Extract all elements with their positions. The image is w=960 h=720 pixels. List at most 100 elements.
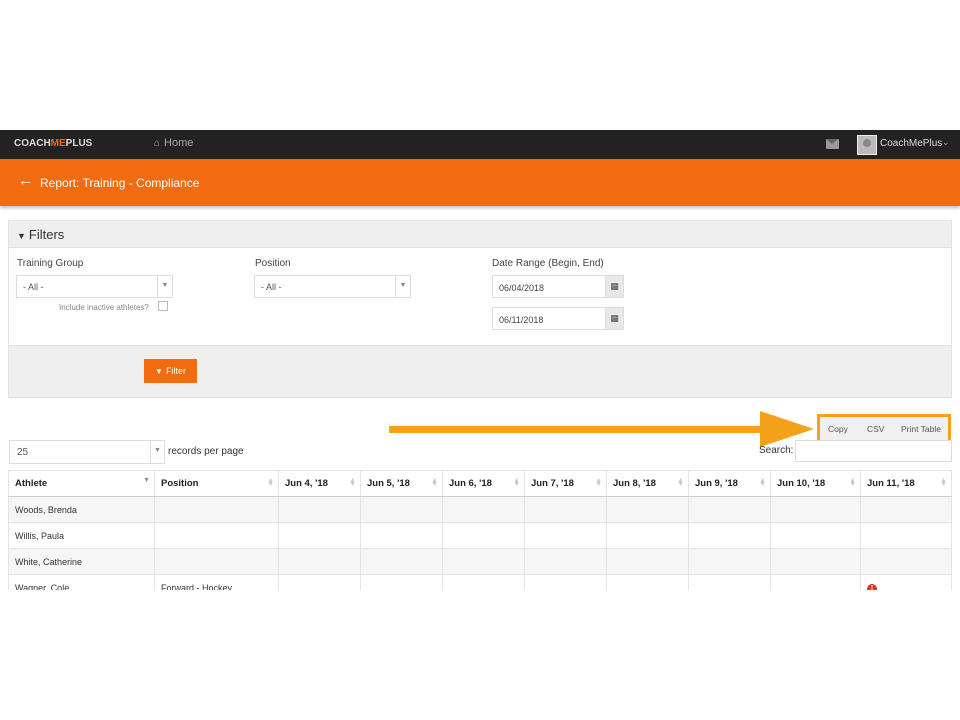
column-header[interactable]: Jun 9, '18 ▲ ▼ — [688, 470, 771, 497]
search-input[interactable] — [795, 440, 952, 462]
day-cell — [278, 548, 361, 575]
column-header[interactable]: Jun 11, '18 ▲ ▼ — [860, 470, 952, 497]
sort-icon: ▲ ▼ — [595, 477, 602, 488]
include-inactive-label: Include inactive athletes? — [59, 303, 149, 312]
position-label: Position — [255, 258, 291, 269]
table-row[interactable]: Willis, Paula — [8, 522, 952, 549]
funnel-icon: ▼ — [17, 231, 26, 241]
annotation-arrow-shaft — [389, 426, 763, 433]
logo-text-coach: COACH — [14, 138, 51, 149]
sort-icon: ▲ ▼ — [349, 477, 356, 488]
table-row[interactable]: Wagner, Cole Forward - Hockey ! — [8, 574, 952, 590]
column-header-label: Jun 11, '18 — [867, 478, 915, 489]
filter-button[interactable]: ▼ Filter — [144, 359, 197, 383]
funnel-icon: ▼ — [155, 367, 163, 376]
day-cell — [770, 548, 861, 575]
sort-icon: ▲ ▼ — [759, 477, 766, 488]
column-header[interactable]: Athlete ▼ — [8, 470, 155, 497]
position-cell — [154, 522, 279, 549]
athlete-cell: Woods, Brenda — [8, 496, 155, 523]
column-header-label: Jun 8, '18 — [613, 478, 656, 489]
training-group-label: Training Group — [17, 258, 84, 269]
day-cell — [688, 548, 771, 575]
column-header[interactable]: Jun 7, '18 ▲ ▼ — [524, 470, 607, 497]
page-length-value: 25 — [17, 447, 29, 458]
day-cell — [524, 574, 607, 590]
home-icon: ⌂ — [154, 138, 161, 149]
chevron-down-icon[interactable]: ⌄ — [942, 137, 950, 148]
day-cell — [442, 522, 525, 549]
column-header-label: Position — [161, 478, 199, 489]
day-cell — [360, 496, 443, 523]
alert-icon[interactable]: ! — [867, 583, 877, 590]
page-title: Report: Training - Compliance — [40, 176, 200, 190]
training-group-select[interactable]: - All - ▼ — [16, 275, 173, 298]
mail-icon[interactable] — [826, 139, 839, 149]
day-cell — [524, 548, 607, 575]
column-header[interactable]: Jun 10, '18 ▲ ▼ — [770, 470, 861, 497]
column-header[interactable]: Jun 6, '18 ▲ ▼ — [442, 470, 525, 497]
day-cell — [770, 522, 861, 549]
copy-button[interactable]: Copy — [828, 424, 848, 434]
day-cell — [524, 522, 607, 549]
table-row[interactable]: Woods, Brenda — [8, 496, 952, 523]
column-header[interactable]: Jun 4, '18 ▲ ▼ — [278, 470, 361, 497]
day-cell — [442, 496, 525, 523]
column-header-label: Athlete — [15, 478, 48, 489]
filters-panel: ▼ Filters Training Group - All - ▼ Includ… — [8, 220, 952, 398]
position-cell — [154, 496, 279, 523]
sort-icon: ▲ ▼ — [677, 477, 684, 488]
day-cell — [278, 574, 361, 590]
day-cell — [442, 548, 525, 575]
page-length-select[interactable]: 25 ▼ — [9, 440, 165, 464]
app-logo[interactable]: COACHMEPLUS — [14, 138, 92, 149]
day-cell — [770, 496, 861, 523]
date-end-input[interactable]: 06/11/2018 ▦ — [492, 307, 624, 330]
calendar-icon[interactable]: ▦ — [605, 307, 624, 330]
filters-title-text: Filters — [28, 227, 65, 242]
include-inactive-checkbox[interactable] — [158, 301, 168, 311]
search-label: Search: — [759, 445, 794, 456]
day-cell — [860, 548, 952, 575]
back-arrow-icon[interactable]: ← — [18, 172, 33, 189]
column-header-label: Jun 6, '18 — [449, 478, 492, 489]
training-group-value: - All - — [23, 282, 44, 292]
day-cell: ! — [860, 574, 952, 590]
filters-panel-header[interactable]: ▼ Filters — [9, 221, 951, 248]
filters-title: ▼ Filters — [17, 227, 64, 242]
csv-button[interactable]: CSV — [867, 424, 884, 434]
table-row[interactable]: White, Catherine — [8, 548, 952, 575]
compliance-table: Athlete ▼ Position ▲ ▼ Jun 4, '18 ▲ ▼ Jun 5, … — [8, 470, 952, 590]
column-header-label: Jun 9, '18 — [695, 478, 738, 489]
day-cell — [278, 496, 361, 523]
column-header[interactable]: Position ▲ ▼ — [154, 470, 279, 497]
day-cell — [688, 522, 771, 549]
position-select[interactable]: - All - ▼ — [254, 275, 411, 298]
user-avatar[interactable] — [857, 135, 877, 155]
column-header[interactable]: Jun 8, '18 ▲ ▼ — [606, 470, 689, 497]
day-cell — [606, 574, 689, 590]
date-begin-input[interactable]: 06/04/2018 ▦ — [492, 275, 624, 298]
print-table-button[interactable]: Print Table — [901, 424, 941, 434]
calendar-icon[interactable]: ▦ — [605, 275, 624, 298]
chevron-down-icon: ▼ — [157, 276, 172, 297]
day-cell — [442, 574, 525, 590]
day-cell — [688, 496, 771, 523]
user-menu-name[interactable]: CoachMePlus — [880, 138, 942, 149]
day-cell — [688, 574, 771, 590]
day-cell — [860, 496, 952, 523]
date-begin-value: 06/04/2018 — [499, 283, 545, 293]
day-cell — [278, 522, 361, 549]
day-cell — [360, 522, 443, 549]
day-cell — [606, 522, 689, 549]
column-header-label: Jun 4, '18 — [285, 478, 328, 489]
chevron-down-icon: ▼ — [150, 441, 164, 463]
day-cell — [360, 548, 443, 575]
sort-icon: ▲ ▼ — [940, 477, 947, 488]
top-navbar: COACHMEPLUS ⌂ Home CoachMePlus ⌄ — [0, 130, 960, 159]
day-cell — [360, 574, 443, 590]
column-header[interactable]: Jun 5, '18 ▲ ▼ — [360, 470, 443, 497]
athlete-cell: White, Catherine — [8, 548, 155, 575]
nav-home-link[interactable]: ⌂ Home — [154, 137, 193, 149]
column-header-label: Jun 7, '18 — [531, 478, 574, 489]
